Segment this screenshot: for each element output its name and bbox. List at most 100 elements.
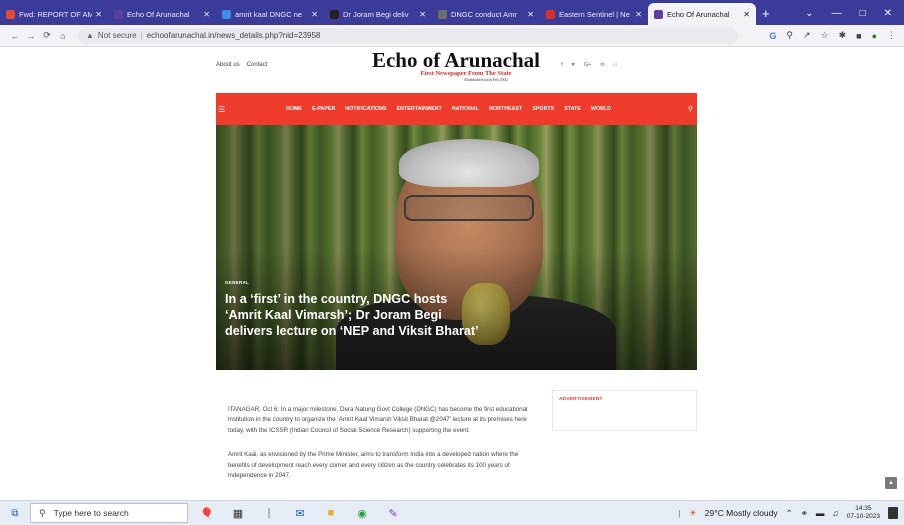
tab-title: Eastern Sentinel | Ne xyxy=(559,9,630,19)
security-status: Not secure xyxy=(97,31,137,40)
taskbar-clock[interactable]: 14:35 07-10-2023 xyxy=(847,505,880,521)
browser-menu-icon[interactable]: ⋮ xyxy=(887,30,896,41)
google-icon[interactable]: G xyxy=(769,31,776,41)
close-window-button[interactable]: ✕ xyxy=(884,8,892,19)
windows-start-icon[interactable]: ⧉ xyxy=(0,508,30,519)
tab-favicon-icon xyxy=(438,9,447,19)
tab-list: Fwd: REPORT OF AM ✕ Echo Of Arunachal ✕ amri… xyxy=(0,3,756,25)
main-navigation: ☰ HOME E-PAPER NOTIFICATIONS ENTERTAINMENT N… xyxy=(216,93,697,125)
nav-item-world[interactable]: WORLD xyxy=(591,106,611,112)
url-text[interactable]: echoofarunachal.in/news_details.php?nid=… xyxy=(147,31,321,40)
advertisement-box: ADVERTISEMENT xyxy=(552,390,697,431)
profile-avatar-icon[interactable]: ● xyxy=(872,31,877,41)
web-page: About us Contact Echo of Arunachal First… xyxy=(0,47,904,500)
tab-title: Echo Of Arunachal xyxy=(127,9,190,19)
nav-item-state[interactable]: STATE xyxy=(564,106,581,112)
about-us-link[interactable]: About us xyxy=(216,62,240,68)
reload-icon[interactable]: ⟳ xyxy=(40,30,54,41)
browser-tab[interactable]: Eastern Sentinel | Ne ✕ xyxy=(540,3,648,25)
tab-favicon-icon xyxy=(114,9,123,19)
browser-tab[interactable]: Echo Of Arunachal ✕ xyxy=(648,3,756,25)
advertisement-label: ADVERTISEMENT xyxy=(559,397,603,402)
network-icon[interactable]: ⚭ xyxy=(801,508,808,519)
taskbar-search-box[interactable]: ⚲ Type here to search xyxy=(30,503,188,523)
site-logo[interactable]: Echo of Arunachal First Newspaper From T… xyxy=(326,48,586,83)
browser-tab[interactable]: DNGC conduct Amr ✕ xyxy=(432,3,540,25)
browser-tab[interactable]: amrit kaal DNGC ne ✕ xyxy=(216,3,324,25)
article-body: ITANAGAR, Oct 6: In a major milestone, D… xyxy=(228,405,538,495)
maximize-button[interactable]: □ xyxy=(860,8,866,19)
facebook-icon[interactable]: f xyxy=(561,62,563,68)
google-plus-icon[interactable]: G+ xyxy=(584,62,592,68)
bookmark-star-icon[interactable]: ☆ xyxy=(821,30,829,41)
tab-close-icon[interactable]: ✕ xyxy=(635,10,642,19)
browser-tab-strip: Fwd: REPORT OF AM ✕ Echo Of Arunachal ✕ amri… xyxy=(0,0,904,25)
nav-item-northeast[interactable]: NORTHEAST xyxy=(489,106,522,112)
nav-item-home[interactable]: HOME xyxy=(286,106,302,112)
extensions-puzzle-icon[interactable]: ✱ xyxy=(839,30,847,41)
address-bar[interactable]: ▲ Not secure | echoofarunachal.in/news_d… xyxy=(78,27,738,44)
home-icon[interactable]: ⌂ xyxy=(56,31,70,41)
new-tab-button[interactable]: + xyxy=(762,6,770,21)
tab-close-icon[interactable]: ✕ xyxy=(203,10,210,19)
zoom-icon[interactable]: ⚲ xyxy=(786,30,793,41)
nav-item-sports[interactable]: SPORTS xyxy=(532,106,554,112)
taskbar-divider: | xyxy=(267,507,271,519)
tab-close-icon[interactable]: ✕ xyxy=(743,10,750,19)
tab-title: Echo Of Arunachal xyxy=(667,9,730,19)
side-panel-icon[interactable]: ■ xyxy=(856,31,861,41)
weather-icon[interactable]: ☀ xyxy=(689,508,697,519)
tab-close-icon[interactable]: ✕ xyxy=(419,10,426,19)
scroll-to-top-button[interactable]: ▲ xyxy=(885,477,897,489)
clock-date: 07-10-2023 xyxy=(846,513,880,520)
article-category[interactable]: GENERAL xyxy=(225,280,249,285)
forward-arrow-icon[interactable]: → xyxy=(24,31,38,41)
paint-icon[interactable]: ✎ xyxy=(384,504,402,522)
taskbar-search-placeholder: Type here to search xyxy=(53,508,129,518)
logo-title: Echo of Arunachal xyxy=(371,48,541,72)
minimize-button[interactable]: — xyxy=(832,8,842,19)
speaker-icon[interactable]: ♫ xyxy=(832,508,838,518)
window-controls: ⌄ — □ ✕ xyxy=(805,8,904,25)
warning-triangle-icon[interactable]: ▲ xyxy=(86,31,94,40)
nav-item-e-paper[interactable]: E-PAPER xyxy=(312,106,335,112)
browser-tab[interactable]: Echo Of Arunachal ✕ xyxy=(108,3,216,25)
battery-icon[interactable]: ▬ xyxy=(816,508,825,518)
chrome-icon[interactable]: ◉ xyxy=(353,504,371,522)
nav-item-entertainment[interactable]: ENTERTAINMENT xyxy=(397,106,442,112)
hero-image[interactable]: GENERAL In a ‘first’ in the country, DNG… xyxy=(216,125,697,370)
browser-toolbar: ← → ⟳ ⌂ ▲ Not secure | echoofarunachal.i… xyxy=(0,25,904,47)
hamburger-menu-icon[interactable]: ☰ xyxy=(218,105,225,114)
browser-tab[interactable]: Dr Joram Begi deliv ✕ xyxy=(324,3,432,25)
share-icon[interactable]: ↗ xyxy=(803,30,811,41)
tab-favicon-icon xyxy=(546,9,555,19)
mail-icon[interactable]: ✉ xyxy=(291,504,309,522)
tab-search-chevron-icon[interactable]: ⌄ xyxy=(805,8,813,19)
logo-established: Established sixth Feb 2002 xyxy=(464,77,508,82)
tab-close-icon[interactable]: ✕ xyxy=(95,10,102,19)
nav-item-national[interactable]: NATIONAL xyxy=(452,106,479,112)
browser-tab[interactable]: Fwd: REPORT OF AM ✕ xyxy=(0,3,108,25)
social-links: f ♥ G+ in □ xyxy=(561,62,617,68)
tab-close-icon[interactable]: ✕ xyxy=(311,10,318,19)
contact-link[interactable]: Contact xyxy=(247,62,268,68)
search-icon: ⚲ xyxy=(39,507,46,518)
nav-item-notifications[interactable]: NOTIFICATIONS xyxy=(345,106,386,112)
search-icon[interactable]: ⚲ xyxy=(688,105,693,113)
tab-close-icon[interactable]: ✕ xyxy=(527,10,534,19)
twitter-icon[interactable]: ♥ xyxy=(572,62,575,68)
instagram-icon[interactable]: □ xyxy=(614,62,617,68)
balloons-icon[interactable]: 🎈 xyxy=(198,504,216,522)
show-hidden-icons-chevron-icon[interactable]: ⌃ xyxy=(786,508,793,519)
weather-text[interactable]: 29°C Mostly cloudy xyxy=(705,508,778,518)
task-view-icon[interactable]: ▦ xyxy=(229,504,247,522)
back-arrow-icon[interactable]: ← xyxy=(8,31,22,41)
system-tray: | ☀ 29°C Mostly cloudy ⌃ ⚭ ▬ ♫ 14:35 07-… xyxy=(678,505,904,521)
file-explorer-icon[interactable]: ■ xyxy=(322,504,340,522)
tab-title: DNGC conduct Amr xyxy=(451,9,517,19)
linkedin-icon[interactable]: in xyxy=(600,62,604,68)
tray-divider: | xyxy=(678,508,681,518)
tab-title: Fwd: REPORT OF AM xyxy=(19,9,93,19)
notification-icon[interactable] xyxy=(888,507,898,519)
tab-title: amrit kaal DNGC ne xyxy=(235,9,303,19)
